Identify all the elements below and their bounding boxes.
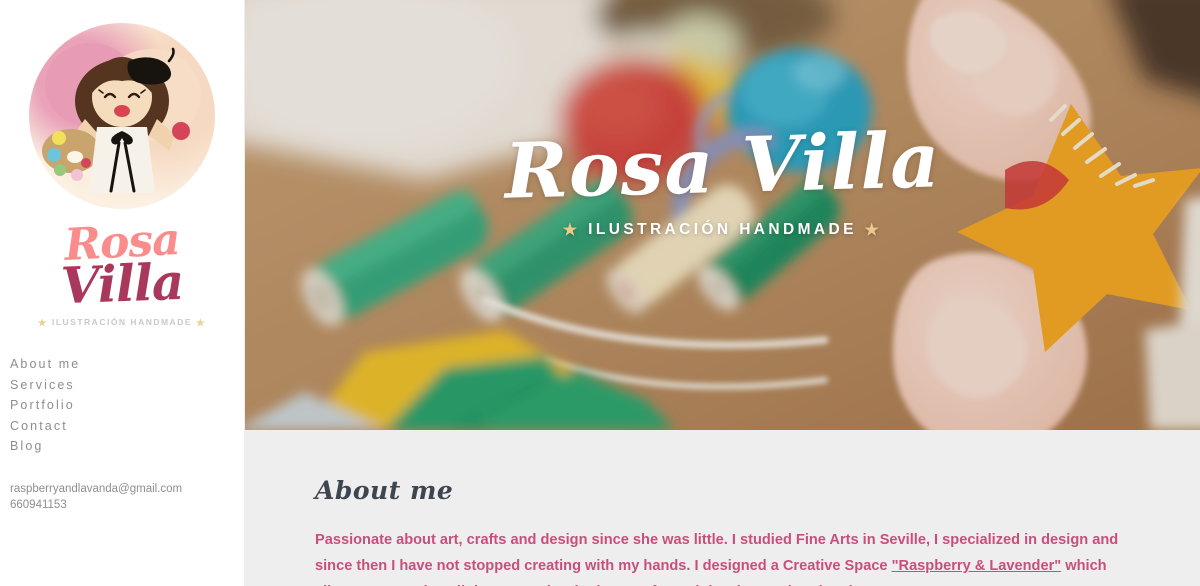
- sidebar: Rosa Villa ★ ILUSTRACIÓN HANDMADE ★ Abou…: [0, 0, 245, 586]
- logo-name-bottom: Villa: [59, 251, 185, 316]
- contact-phone[interactable]: 660941153: [10, 497, 244, 513]
- felt-doll-illustration-icon: [29, 23, 215, 209]
- site-logo[interactable]: [29, 23, 215, 209]
- raspberry-and-lavender-link[interactable]: "Raspberry & Lavender": [892, 558, 1062, 574]
- main-content: Rosa Villa ★ ILUSTRACIÓN HANDMADE ★ Abou…: [245, 0, 1200, 586]
- hero-tagline: ★ ILUSTRACIÓN HANDMADE ★: [245, 220, 1200, 240]
- star-icon-hero-right: ★: [864, 222, 883, 239]
- about-section: About me Passionate about art, crafts an…: [245, 430, 1200, 586]
- sidebar-item-blog[interactable]: Blog: [10, 436, 244, 457]
- contact-email[interactable]: raspberryandlavanda@gmail.com: [10, 481, 244, 497]
- hero-title: Rosa Villa: [503, 115, 942, 216]
- logo-tagline: ★ ILUSTRACIÓN HANDMADE ★: [0, 318, 244, 329]
- sidebar-contact-info: raspberryandlavanda@gmail.com 660941153: [0, 481, 244, 513]
- sidebar-nav: About me Services Portfolio Contact Blog: [0, 354, 244, 457]
- logo-wordmark: Rosa Villa ★ ILUSTRACIÓN HANDMADE ★: [0, 214, 244, 329]
- about-paragraph: Passionate about art, crafts and design …: [315, 527, 1145, 586]
- sidebar-item-about-me[interactable]: About me: [10, 354, 244, 375]
- hero-tagline-text: ILUSTRACIÓN HANDMADE: [588, 221, 857, 238]
- page-root: Rosa Villa ★ ILUSTRACIÓN HANDMADE ★ Abou…: [0, 0, 1200, 586]
- star-icon-left: ★: [37, 318, 49, 329]
- star-icon-hero-left: ★: [562, 222, 581, 239]
- sidebar-item-contact[interactable]: Contact: [10, 416, 244, 437]
- sidebar-item-services[interactable]: Services: [10, 375, 244, 396]
- logo-tagline-text: ILUSTRACIÓN HANDMADE: [51, 317, 193, 327]
- about-heading: About me: [315, 476, 454, 505]
- sidebar-item-portfolio[interactable]: Portfolio: [10, 395, 244, 416]
- hero-banner: Rosa Villa ★ ILUSTRACIÓN HANDMADE ★: [245, 0, 1200, 430]
- hero-text-block: Rosa Villa ★ ILUSTRACIÓN HANDMADE ★: [245, 115, 1200, 240]
- star-icon-right: ★: [195, 318, 207, 329]
